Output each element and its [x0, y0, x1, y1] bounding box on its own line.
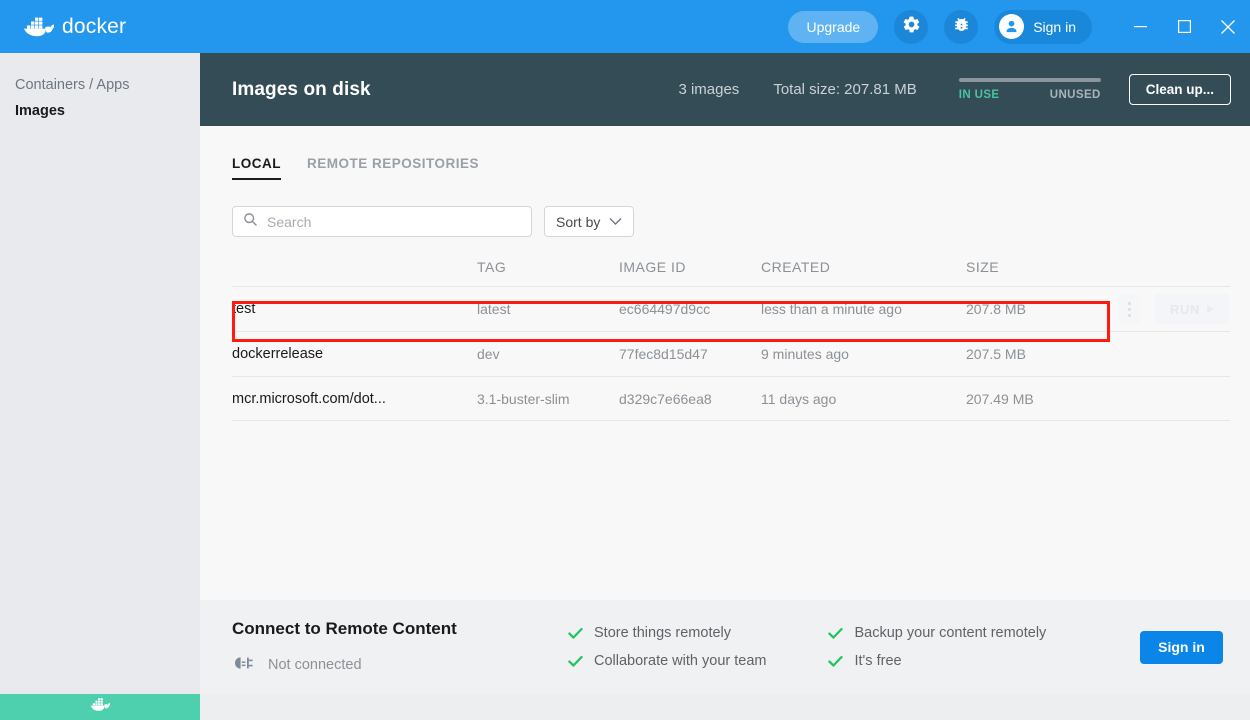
column-header-size: SIZE — [966, 259, 1000, 275]
table-row[interactable]: test latest ec664497d9cc less than a min… — [232, 286, 1230, 331]
search-box[interactable] — [232, 206, 532, 237]
search-icon — [243, 212, 258, 232]
row-actions: RUN — [1118, 294, 1230, 324]
run-button-label: RUN — [1170, 301, 1200, 317]
tab-local[interactable]: LOCAL — [232, 156, 281, 180]
page-title: Images on disk — [232, 78, 371, 100]
image-tag: 3.1-buster-slim — [477, 390, 570, 407]
feature-item: Collaborate with your team — [568, 653, 766, 669]
more-vertical-icon[interactable] — [1118, 294, 1141, 324]
image-id: ec664497d9cc — [619, 301, 711, 317]
feature-item: Store things remotely — [568, 625, 766, 641]
column-header-tag: TAG — [477, 259, 507, 275]
column-header-name — [232, 259, 477, 275]
docker-desktop-window: docker Upgrade Sign in Containers / Apps… — [0, 0, 1250, 720]
remote-content-footer: Connect to Remote Content Not connected — [200, 600, 1250, 694]
check-icon — [828, 655, 844, 668]
tab-remote-repositories[interactable]: REMOTE REPOSITORIES — [307, 156, 479, 180]
sidebar: Containers / Apps Images — [0, 53, 200, 694]
table-header-row: TAG IMAGE ID CREATED SIZE — [232, 259, 1230, 286]
play-icon — [1207, 305, 1214, 313]
troubleshoot-button[interactable] — [944, 9, 979, 44]
search-input[interactable] — [267, 213, 521, 230]
image-tag: latest — [477, 301, 511, 317]
main-content: LOCAL REMOTE REPOSITORIES Sort by — [200, 126, 1250, 600]
footer-signin-button[interactable]: Sign in — [1140, 630, 1223, 664]
gear-icon — [902, 15, 921, 39]
image-created: less than a minute ago — [761, 301, 902, 317]
disk-usage-meter: IN USE UNUSED — [958, 78, 1101, 101]
table-row[interactable]: dockerrelease dev 77fec8d15d47 9 minutes… — [232, 331, 1230, 376]
image-count: 3 images — [678, 81, 740, 98]
run-button[interactable]: RUN — [1154, 294, 1230, 324]
feature-label: It's free — [854, 653, 902, 669]
connection-status-label: Not connected — [268, 657, 362, 673]
close-button[interactable] — [1206, 0, 1250, 53]
title-bar: docker Upgrade Sign in — [0, 0, 1250, 53]
maximize-button[interactable] — [1162, 0, 1206, 53]
image-created: 11 days ago — [761, 390, 837, 407]
sidebar-item-images[interactable]: Images — [0, 98, 200, 124]
image-size: 207.8 MB — [966, 301, 1026, 317]
docker-whale-icon — [87, 695, 113, 719]
tab-bar: LOCAL REMOTE REPOSITORIES — [200, 126, 1250, 180]
toolbar: Sort by — [200, 180, 1250, 237]
image-tag: dev — [477, 346, 500, 362]
app-brand: docker — [22, 15, 126, 39]
sidebar-item-containers-apps[interactable]: Containers / Apps — [0, 72, 200, 98]
feature-label: Collaborate with your team — [594, 653, 767, 669]
footer-left: Connect to Remote Content Not connected — [232, 619, 562, 676]
unused-label: UNUSED — [1049, 89, 1101, 101]
image-name: test — [232, 301, 256, 317]
image-id: 77fec8d15d47 — [619, 346, 708, 362]
column-header-created: CREATED — [761, 259, 831, 275]
check-icon — [828, 627, 844, 640]
upgrade-button[interactable]: Upgrade — [788, 10, 879, 43]
check-icon — [568, 627, 583, 640]
unplugged-icon — [232, 655, 254, 676]
brand-text: docker — [62, 14, 127, 38]
clean-up-button[interactable]: Clean up... — [1128, 74, 1231, 105]
image-created: 9 minutes ago — [761, 346, 849, 362]
column-header-image-id: IMAGE ID — [619, 259, 687, 275]
window-controls — [1118, 0, 1250, 53]
status-bar[interactable] — [0, 694, 200, 720]
feature-label: Backup your content remotely — [854, 625, 1047, 641]
status-bar-filler — [200, 694, 1250, 720]
docker-whale-logo — [22, 15, 56, 39]
footer-features-column-1: Store things remotely Collaborate with y… — [568, 625, 766, 669]
disk-usage-labels: IN USE UNUSED — [959, 89, 1101, 101]
sort-by-label: Sort by — [556, 213, 601, 230]
image-id: d329c7e66ea8 — [619, 390, 712, 407]
feature-item: Backup your content remotely — [828, 625, 1046, 641]
image-size: 207.5 MB — [966, 346, 1026, 362]
titlebar-signin-button[interactable]: Sign in — [994, 9, 1092, 44]
footer-title: Connect to Remote Content — [232, 618, 457, 638]
image-name: dockerrelease — [232, 346, 324, 362]
image-size: 207.49 MB — [966, 390, 1034, 407]
user-icon — [999, 14, 1025, 39]
minimize-button[interactable] — [1118, 0, 1162, 53]
chevron-down-icon — [609, 217, 622, 226]
images-table: TAG IMAGE ID CREATED SIZE test latest ec… — [200, 259, 1250, 421]
page-header: Images on disk 3 images Total size: 207.… — [200, 53, 1250, 126]
total-size: Total size: 207.81 MB — [773, 81, 917, 98]
table-row[interactable]: mcr.microsoft.com/dot... 3.1-buster-slim… — [232, 376, 1230, 421]
image-name: mcr.microsoft.com/dot... — [232, 390, 386, 407]
footer-features-column-2: Backup your content remotely It's free — [828, 625, 1046, 669]
feature-item: It's free — [828, 653, 1046, 669]
settings-button[interactable] — [894, 9, 929, 44]
in-use-label: IN USE — [958, 89, 1000, 101]
sort-by-dropdown[interactable]: Sort by — [544, 206, 635, 237]
bug-icon — [952, 15, 971, 39]
titlebar-signin-label: Sign in — [1033, 18, 1076, 35]
connection-status: Not connected — [232, 655, 562, 676]
title-bar-actions: Upgrade Sign in — [788, 0, 1250, 53]
disk-usage-bar — [958, 78, 1101, 82]
feature-label: Store things remotely — [594, 625, 732, 641]
check-icon — [568, 655, 583, 668]
